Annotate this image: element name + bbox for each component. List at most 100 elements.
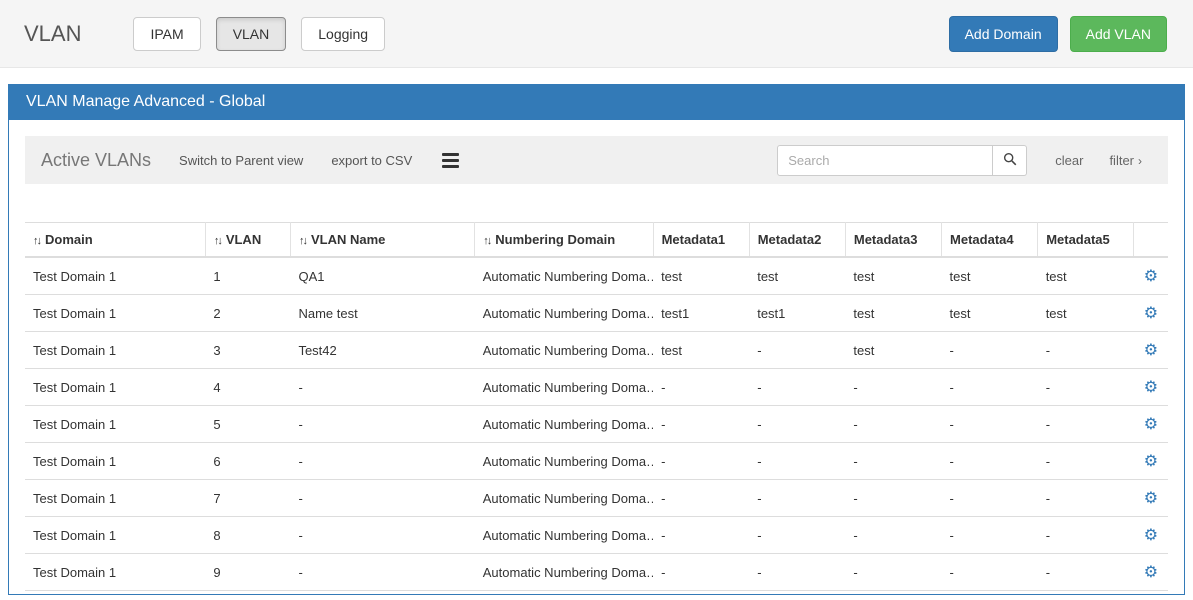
row-actions-cell: ⚙ xyxy=(1134,369,1168,406)
cell-metadata2: test xyxy=(749,257,845,295)
cell-vlan: 10 xyxy=(205,591,290,596)
column-header-metadata3: Metadata3 xyxy=(845,223,941,258)
gear-icon[interactable]: ⚙ xyxy=(1144,340,1158,359)
cell-metadata1: - xyxy=(653,480,749,517)
toolbar-title: Active VLANs xyxy=(41,150,151,171)
column-label: Metadata4 xyxy=(950,232,1014,247)
clear-link[interactable]: clear xyxy=(1055,153,1083,168)
column-header-domain[interactable]: ↑↓Domain xyxy=(25,223,205,258)
cell-numbering_domain: Automatic Numbering Doma… xyxy=(475,369,653,406)
cell-vlan_name: - xyxy=(290,480,474,517)
gear-icon[interactable]: ⚙ xyxy=(1144,266,1158,285)
column-label: Metadata5 xyxy=(1046,232,1110,247)
column-label: Numbering Domain xyxy=(495,232,615,247)
table-row: Test Domain 14-Automatic Numbering Doma…… xyxy=(25,369,1168,406)
cell-metadata2: test1 xyxy=(749,295,845,332)
tab-logging[interactable]: Logging xyxy=(301,17,385,51)
tab-ipam[interactable]: IPAM xyxy=(133,17,200,51)
search-button[interactable] xyxy=(993,145,1027,176)
cell-numbering_domain: Automatic Numbering Doma… xyxy=(475,591,653,596)
column-label: Metadata2 xyxy=(758,232,822,247)
cell-domain: Test Domain 1 xyxy=(25,554,205,591)
cell-metadata2: - xyxy=(749,332,845,369)
column-header-numbering_domain[interactable]: ↑↓Numbering Domain xyxy=(475,223,653,258)
cell-vlan: 4 xyxy=(205,369,290,406)
cell-metadata1: test xyxy=(653,332,749,369)
table-row: Test Domain 12Name testAutomatic Numberi… xyxy=(25,295,1168,332)
table-body: Test Domain 11QA1Automatic Numbering Dom… xyxy=(25,257,1168,595)
cell-metadata1: - xyxy=(653,591,749,596)
table-row: Test Domain 11QA1Automatic Numbering Dom… xyxy=(25,257,1168,295)
cell-numbering_domain: Automatic Numbering Doma… xyxy=(475,517,653,554)
cell-vlan: 3 xyxy=(205,332,290,369)
row-actions-cell: ⚙ xyxy=(1134,257,1168,295)
cell-metadata5: - xyxy=(1038,406,1134,443)
cell-vlan_name: QA1 xyxy=(290,257,474,295)
row-actions-cell: ⚙ xyxy=(1134,517,1168,554)
gear-icon[interactable]: ⚙ xyxy=(1144,377,1158,396)
table-row: Test Domain 15-Automatic Numbering Doma…… xyxy=(25,406,1168,443)
add-domain-button[interactable]: Add Domain xyxy=(949,16,1058,52)
cell-metadata5: - xyxy=(1038,517,1134,554)
cell-metadata3: - xyxy=(845,406,941,443)
cell-vlan_name: - xyxy=(290,406,474,443)
cell-vlan: 9 xyxy=(205,554,290,591)
cell-vlan: 7 xyxy=(205,480,290,517)
cell-metadata1: test1 xyxy=(653,295,749,332)
filter-link[interactable]: filter› xyxy=(1109,153,1142,168)
cell-metadata2: - xyxy=(749,443,845,480)
row-actions-cell: ⚙ xyxy=(1134,480,1168,517)
cell-metadata1: - xyxy=(653,406,749,443)
cell-metadata3: - xyxy=(845,443,941,480)
chevron-right-icon: › xyxy=(1138,154,1142,168)
column-header-metadata4: Metadata4 xyxy=(942,223,1038,258)
column-label: VLAN Name xyxy=(311,232,385,247)
row-actions-cell: ⚙ xyxy=(1134,443,1168,480)
gear-icon[interactable]: ⚙ xyxy=(1144,303,1158,322)
switch-parent-view-link[interactable]: Switch to Parent view xyxy=(179,153,303,168)
cell-metadata2: - xyxy=(749,554,845,591)
gear-icon[interactable]: ⚙ xyxy=(1144,562,1158,581)
gear-icon[interactable]: ⚙ xyxy=(1144,451,1158,470)
cell-metadata3: test xyxy=(845,295,941,332)
cell-domain: Test Domain 1 xyxy=(25,332,205,369)
cell-vlan_name: - xyxy=(290,591,474,596)
cell-metadata4: - xyxy=(942,443,1038,480)
column-header-vlan[interactable]: ↑↓VLAN xyxy=(205,223,290,258)
search-input[interactable] xyxy=(777,145,993,176)
row-actions-cell: ⚙ xyxy=(1134,295,1168,332)
cell-metadata5: - xyxy=(1038,591,1134,596)
cell-numbering_domain: Automatic Numbering Doma… xyxy=(475,257,653,295)
cell-domain: Test Domain 1 xyxy=(25,480,205,517)
toolbar-right: clear filter› xyxy=(777,145,1152,176)
cell-metadata1: test xyxy=(653,257,749,295)
cell-metadata3: - xyxy=(845,369,941,406)
table-row: Test Domain 19-Automatic Numbering Doma…… xyxy=(25,554,1168,591)
cell-metadata3: - xyxy=(845,554,941,591)
cell-vlan_name: - xyxy=(290,517,474,554)
cell-metadata1: - xyxy=(653,554,749,591)
column-header-metadata1: Metadata1 xyxy=(653,223,749,258)
menu-icon[interactable] xyxy=(440,148,461,173)
cell-vlan: 1 xyxy=(205,257,290,295)
cell-domain: Test Domain 1 xyxy=(25,257,205,295)
cell-vlan_name: - xyxy=(290,554,474,591)
topbar: VLAN IPAMVLANLogging Add Domain Add VLAN xyxy=(0,0,1193,68)
table-header-row: ↑↓Domain↑↓VLAN↑↓VLAN Name↑↓Numbering Dom… xyxy=(25,223,1168,258)
cell-metadata5: - xyxy=(1038,369,1134,406)
cell-metadata2: - xyxy=(749,591,845,596)
cell-numbering_domain: Automatic Numbering Doma… xyxy=(475,443,653,480)
column-header-vlan_name[interactable]: ↑↓VLAN Name xyxy=(290,223,474,258)
cell-metadata2: - xyxy=(749,517,845,554)
gear-icon[interactable]: ⚙ xyxy=(1144,488,1158,507)
tab-vlan[interactable]: VLAN xyxy=(216,17,287,51)
add-vlan-button[interactable]: Add VLAN xyxy=(1070,16,1167,52)
gear-icon[interactable]: ⚙ xyxy=(1144,525,1158,544)
column-label: Domain xyxy=(45,232,93,247)
gear-icon[interactable]: ⚙ xyxy=(1144,414,1158,433)
column-header-actions xyxy=(1134,223,1168,258)
export-csv-link[interactable]: export to CSV xyxy=(331,153,412,168)
table-row: Test Domain 13Test42Automatic Numbering … xyxy=(25,332,1168,369)
cell-domain: Test Domain 1 xyxy=(25,443,205,480)
cell-metadata1: - xyxy=(653,517,749,554)
